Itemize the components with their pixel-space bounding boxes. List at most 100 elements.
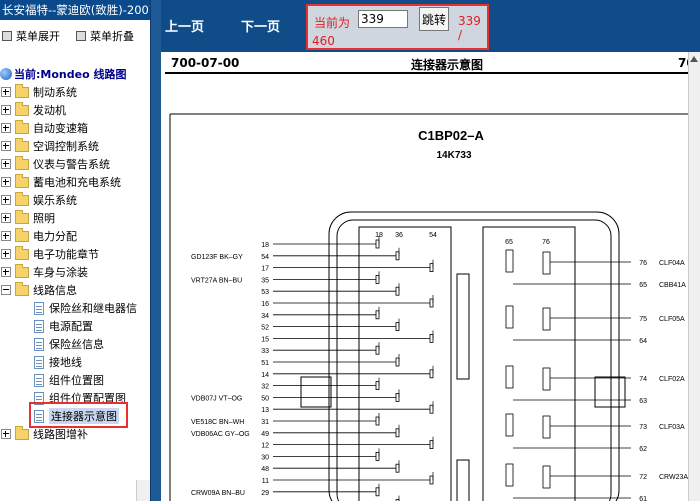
- pin-number: 61: [639, 496, 647, 501]
- tree-folder-label: 制动系统: [33, 86, 77, 99]
- pin-number: 48: [261, 466, 269, 473]
- expand-node-icon[interactable]: [1, 249, 11, 259]
- terminal: [375, 381, 380, 391]
- tree-item[interactable]: 保险丝信息: [34, 336, 104, 352]
- tree-folder-label: 娱乐系统: [33, 194, 77, 207]
- pin-number: 30: [261, 454, 269, 461]
- terminal: [429, 333, 434, 343]
- wire-group: 18 36 541854GD123F BK–GY1735VRT27A BN–BU53…: [191, 232, 688, 501]
- wire-label: VDB07J VT–OG: [191, 395, 242, 402]
- pin-number: 18: [261, 242, 269, 249]
- tree-item[interactable]: 电源配置: [34, 318, 93, 334]
- tree-item[interactable]: 接地线: [34, 354, 82, 370]
- terminal: [375, 487, 380, 497]
- next-page-button[interactable]: 下一页: [241, 16, 280, 35]
- tree-folder-label: 照明: [33, 212, 55, 225]
- tree-folder-label: 蓄电池和充电系统: [33, 176, 121, 189]
- folder-icon: [15, 281, 29, 296]
- center-key: [456, 273, 470, 380]
- scroll-up-icon[interactable]: [690, 56, 698, 62]
- terminal: [395, 428, 400, 438]
- page-number-input[interactable]: [358, 10, 408, 28]
- terminal: [429, 440, 434, 450]
- expand-node-icon[interactable]: [1, 159, 11, 169]
- tree-item-label: 电源配置: [49, 320, 93, 333]
- pin-number: 76: [639, 260, 647, 267]
- terminal: [375, 345, 380, 355]
- terminal: [542, 307, 551, 331]
- tree-folder[interactable]: 照明: [0, 209, 55, 226]
- tree-folder[interactable]: 制动系统: [0, 83, 77, 100]
- pin-number: 53: [261, 289, 269, 296]
- folder-icon: [15, 245, 29, 260]
- menu-collapse-button[interactable]: 菜单折叠: [76, 28, 134, 44]
- page-navigator: 当前为 跳转 339 / 460: [306, 4, 489, 50]
- pin-number: 54: [261, 254, 269, 261]
- pin-number: 13: [261, 407, 269, 414]
- pin-number: 12: [261, 443, 269, 450]
- expand-node-icon[interactable]: [1, 267, 11, 277]
- wire-label: VDB06AC GY–OG: [191, 431, 250, 438]
- globe-icon: [0, 68, 12, 80]
- content-scrollbar[interactable]: [688, 52, 700, 501]
- expand-node-icon[interactable]: [1, 123, 11, 133]
- current-page-label: 当前为: [314, 16, 351, 30]
- tree-item-label: 保险丝信息: [49, 338, 104, 351]
- pin-number: 29: [261, 490, 269, 497]
- expand-node-icon[interactable]: [1, 87, 11, 97]
- expand-node-icon[interactable]: [1, 429, 11, 439]
- terminal: [375, 239, 380, 249]
- expand-node-icon[interactable]: [1, 213, 11, 223]
- wire-label: CRW23A: [659, 474, 688, 481]
- prev-page-button[interactable]: 上一页: [165, 16, 204, 35]
- page-total-text: 460: [312, 34, 335, 48]
- tree-item-label: 保险丝和继电器信: [49, 302, 137, 315]
- tree-folder[interactable]: 蓄电池和充电系统: [0, 173, 121, 190]
- tree-folder[interactable]: 车身与涂装: [0, 263, 88, 280]
- menu-expand-button[interactable]: 菜单展开: [2, 28, 60, 44]
- left-scrollbar[interactable]: [136, 480, 151, 501]
- center-key-lower: [456, 459, 470, 501]
- collapse-icon: [76, 31, 86, 41]
- tree-folder-label: 线路图增补: [33, 428, 88, 441]
- tree-folder[interactable]: 电子功能章节: [0, 245, 99, 262]
- tree-folder[interactable]: 空调控制系统: [0, 137, 99, 154]
- terminal: [542, 251, 551, 275]
- tree-root[interactable]: 当前:Mondeo 线路图: [0, 66, 126, 82]
- wire-label: CLF05A: [659, 316, 685, 323]
- wire-label: CLF04A: [659, 260, 685, 267]
- expand-node-icon[interactable]: [1, 231, 11, 241]
- collapse-node-icon[interactable]: [1, 285, 11, 295]
- tree-item-label: 接地线: [49, 356, 82, 369]
- tree-folder[interactable]: 线路图增补: [0, 425, 88, 442]
- tree-folder[interactable]: 发动机: [0, 101, 66, 118]
- pin-number: 16: [261, 301, 269, 308]
- terminal: [395, 251, 400, 261]
- jump-button[interactable]: 跳转: [419, 7, 449, 31]
- pin-number: 73: [639, 424, 647, 431]
- tree-folder[interactable]: 线路信息: [0, 281, 77, 298]
- expand-node-icon[interactable]: [1, 105, 11, 115]
- expand-node-icon[interactable]: [1, 195, 11, 205]
- tree-folder[interactable]: 自动变速箱: [0, 119, 88, 136]
- pin-number: 32: [261, 384, 269, 391]
- pin-number: 63: [639, 398, 647, 405]
- tree-item[interactable]: 保险丝和继电器信: [34, 300, 137, 316]
- tree-root-label: 当前:Mondeo 线路图: [14, 68, 127, 81]
- pin-number: 11: [262, 478, 269, 485]
- pin-number: 51: [261, 360, 269, 367]
- wire-label: CRW09A BN–BU: [191, 490, 245, 497]
- document-icon: [34, 301, 44, 315]
- expand-node-icon[interactable]: [1, 177, 11, 187]
- tree-item[interactable]: 组件位置图: [34, 372, 104, 388]
- tree-folder[interactable]: 仪表与警告系统: [0, 155, 110, 172]
- header-pin-label: 76: [542, 239, 550, 246]
- tree-folder-label: 电子功能章节: [33, 248, 99, 261]
- terminal: [375, 310, 380, 320]
- tree-folder[interactable]: 电力分配: [0, 227, 77, 244]
- pin-number: 15: [261, 336, 269, 343]
- tree-folder-label: 仪表与警告系统: [33, 158, 110, 171]
- expand-node-icon[interactable]: [1, 141, 11, 151]
- document-icon: [34, 373, 44, 387]
- tree-folder[interactable]: 娱乐系统: [0, 191, 77, 208]
